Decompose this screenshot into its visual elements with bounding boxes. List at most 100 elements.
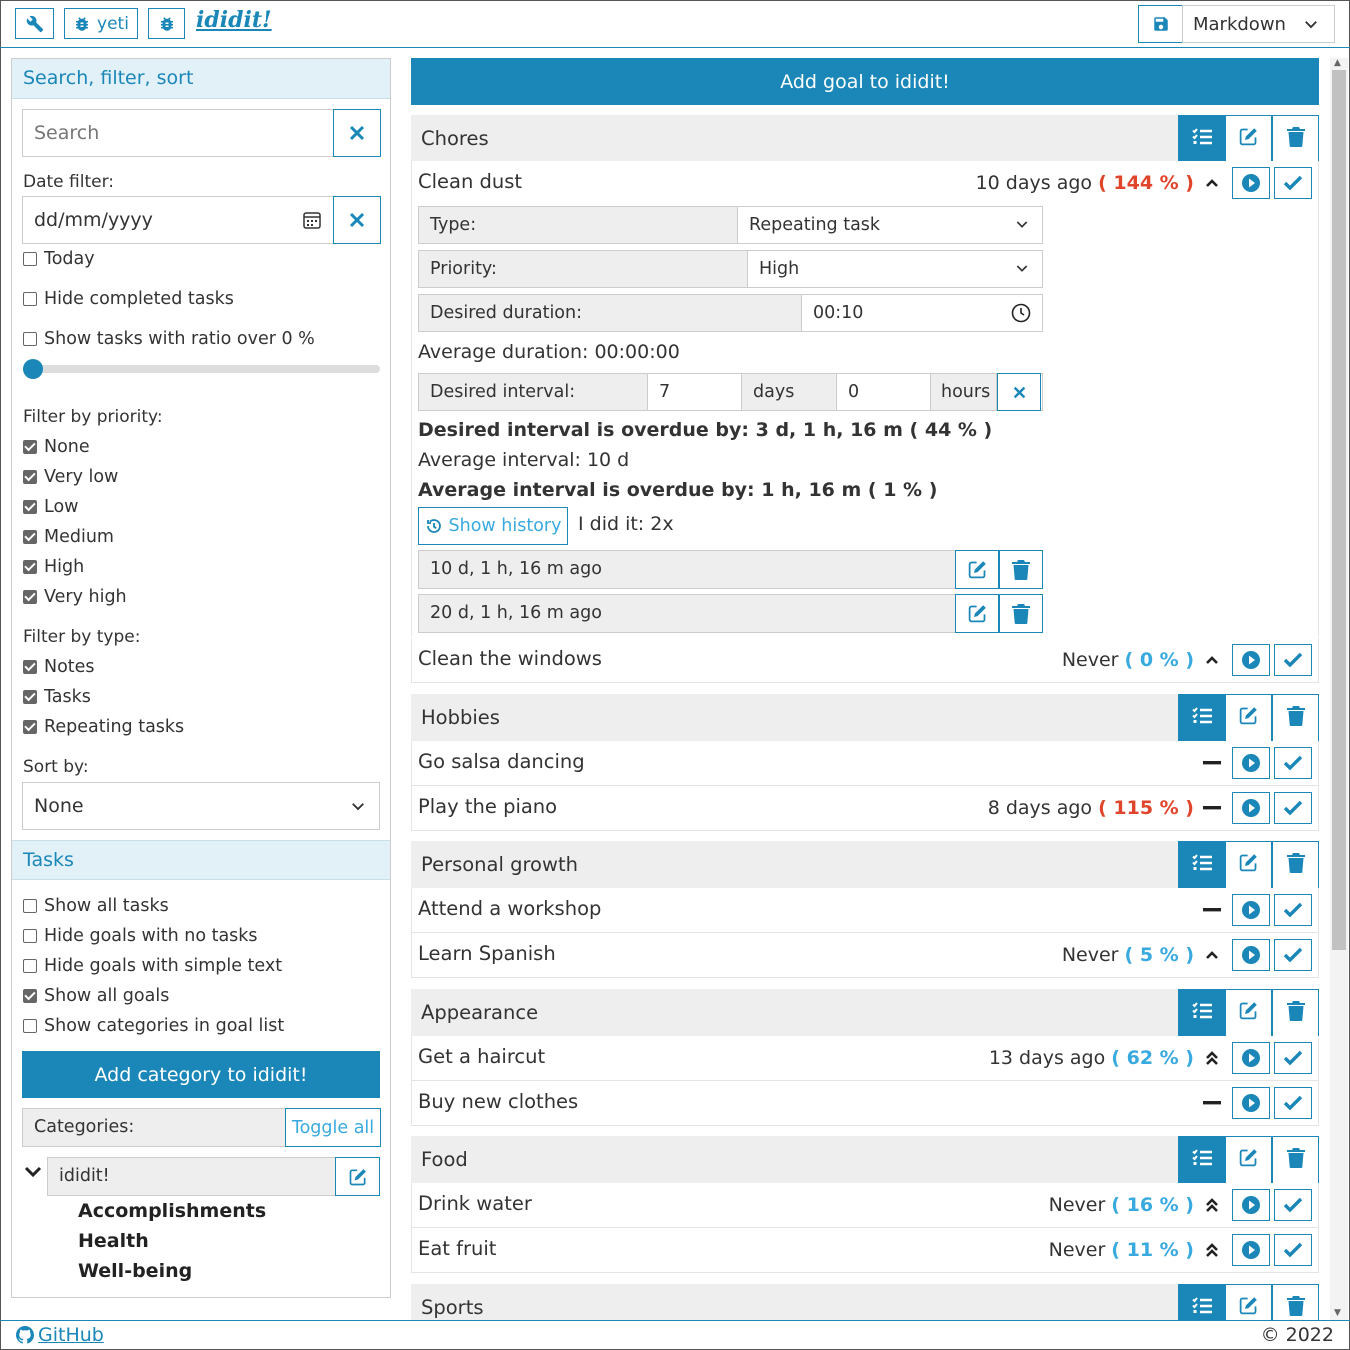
delete-history-button[interactable] (999, 550, 1043, 589)
interval-days-input[interactable]: 7 (648, 374, 742, 410)
checkbox-box[interactable] (23, 470, 37, 484)
goal-row[interactable]: Buy new clothes (411, 1081, 1319, 1126)
start-timer-button[interactable] (1232, 894, 1270, 926)
start-timer-button[interactable] (1232, 167, 1270, 199)
dash-icon[interactable] (1202, 806, 1222, 810)
checkbox-box[interactable] (23, 660, 37, 674)
chevron-up-icon[interactable] (1202, 950, 1222, 960)
start-timer-button[interactable] (1232, 1189, 1270, 1221)
goal-name[interactable]: Attend a workshop (418, 897, 601, 920)
goal-row[interactable]: Go salsa dancing (411, 741, 1319, 786)
scrollbar-thumb[interactable] (1332, 70, 1346, 950)
date-filter-input[interactable]: dd/mm/yyyy (22, 196, 334, 244)
task-option-checkbox[interactable]: Show categories in goal list (23, 1016, 284, 1036)
goal-name[interactable]: Learn Spanish (418, 942, 556, 965)
type-checkbox[interactable]: Notes (23, 657, 95, 677)
clear-date-button[interactable] (333, 196, 381, 244)
scroll-down-arrow[interactable]: ▼ (1334, 1308, 1341, 1318)
chevron-up-icon[interactable] (1202, 178, 1222, 188)
category-delete-button[interactable] (1272, 1136, 1319, 1184)
scrollbar[interactable]: ▲ ▼ (1330, 58, 1348, 1320)
task-option-checkbox[interactable]: Hide goals with no tasks (23, 926, 258, 946)
priority-checkbox[interactable]: Medium (23, 527, 114, 547)
checkbox-box[interactable] (23, 929, 37, 943)
mark-done-button[interactable] (1274, 1042, 1312, 1074)
category-list-button[interactable] (1178, 989, 1225, 1037)
start-timer-button[interactable] (1232, 1087, 1270, 1119)
clock-icon[interactable] (1011, 303, 1031, 323)
category-delete-button[interactable] (1272, 694, 1319, 742)
mark-done-button[interactable] (1274, 1234, 1312, 1266)
start-timer-button[interactable] (1232, 644, 1270, 676)
bug-report-button[interactable] (148, 8, 185, 39)
chevron-down-icon[interactable] (24, 1165, 42, 1179)
category-edit-button[interactable] (1225, 1284, 1272, 1320)
dash-icon[interactable] (1202, 761, 1222, 765)
checkbox-box[interactable] (23, 959, 37, 973)
clear-search-button[interactable] (333, 109, 381, 157)
checkbox-box[interactable] (23, 332, 37, 346)
category-delete-button[interactable] (1272, 989, 1319, 1037)
interval-hours-input[interactable]: 0 (837, 374, 931, 410)
priority-checkbox[interactable]: None (23, 437, 90, 457)
delete-history-button[interactable] (999, 594, 1043, 633)
goal-row[interactable]: Eat fruit Never ( 11 % ) (411, 1228, 1319, 1273)
task-option-checkbox[interactable]: Hide goals with simple text (23, 956, 282, 976)
ratio-checkbox[interactable]: Show tasks with ratio over 0 % (23, 329, 315, 349)
priority-select[interactable]: High (748, 251, 1042, 287)
scroll-up-arrow[interactable]: ▲ (1334, 58, 1341, 68)
sort-select[interactable]: None (22, 782, 380, 830)
checkbox-box[interactable] (23, 530, 37, 544)
goal-name[interactable]: Go salsa dancing (418, 750, 585, 773)
category-list-button[interactable] (1178, 115, 1225, 163)
category-list-button[interactable] (1178, 841, 1225, 889)
category-list-button[interactable] (1178, 1284, 1225, 1320)
category-delete-button[interactable] (1272, 841, 1319, 889)
goal-name[interactable]: Drink water (418, 1192, 532, 1215)
start-timer-button[interactable] (1232, 747, 1270, 779)
mark-done-button[interactable] (1274, 894, 1312, 926)
save-button[interactable] (1138, 5, 1183, 43)
duration-input[interactable]: 00:10 (802, 295, 1042, 331)
goal-name[interactable]: Clean the windows (418, 647, 602, 670)
goal-name[interactable]: Clean dust (418, 170, 522, 193)
chevron-up-icon[interactable] (1202, 655, 1222, 665)
start-timer-button[interactable] (1232, 1042, 1270, 1074)
goal-row[interactable]: Clean the windows Never ( 0 % ) (411, 638, 1319, 683)
checkbox-box[interactable] (23, 500, 37, 514)
checkbox-box[interactable] (23, 989, 37, 1003)
settings-button[interactable] (15, 8, 54, 39)
category-edit-button[interactable] (1225, 989, 1272, 1037)
today-checkbox[interactable]: Today (23, 249, 95, 269)
checkbox-box[interactable] (23, 292, 37, 306)
goal-row[interactable]: Get a haircut 13 days ago ( 62 % ) (411, 1036, 1319, 1081)
clear-interval-button[interactable] (997, 373, 1041, 411)
github-link[interactable]: GitHub (16, 1324, 104, 1346)
edit-category-button[interactable] (335, 1157, 380, 1196)
mark-done-button[interactable] (1274, 167, 1312, 199)
add-goal-button[interactable]: Add goal to ididit! (411, 58, 1319, 105)
mark-done-button[interactable] (1274, 1189, 1312, 1221)
ratio-slider-track[interactable] (23, 365, 380, 373)
calendar-icon[interactable] (303, 211, 321, 229)
checkbox-box[interactable] (23, 252, 37, 266)
edit-history-button[interactable] (955, 594, 999, 633)
mark-done-button[interactable] (1274, 939, 1312, 971)
goal-name[interactable]: Get a haircut (418, 1045, 545, 1068)
goal-row[interactable]: Drink water Never ( 16 % ) (411, 1183, 1319, 1228)
subcategory-item[interactable]: Well-being (78, 1260, 192, 1282)
goal-row[interactable]: Play the piano 8 days ago ( 115 % ) (411, 786, 1319, 831)
toggle-all-button[interactable]: Toggle all (285, 1108, 381, 1147)
task-option-checkbox[interactable]: Show all goals (23, 986, 169, 1006)
category-edit-button[interactable] (1225, 1136, 1272, 1184)
checkbox-box[interactable] (23, 720, 37, 734)
checkbox-box[interactable] (23, 440, 37, 454)
type-select[interactable]: Repeating task (738, 207, 1042, 243)
show-history-button[interactable]: Show history (418, 507, 568, 545)
mark-done-button[interactable] (1274, 792, 1312, 824)
goal-row[interactable]: Clean dust 10 days ago ( 144 % ) (411, 161, 1319, 206)
start-timer-button[interactable] (1232, 792, 1270, 824)
goal-row[interactable]: Attend a workshop (411, 888, 1319, 933)
app-logo[interactable]: ididit! (196, 7, 272, 33)
mark-done-button[interactable] (1274, 1087, 1312, 1119)
